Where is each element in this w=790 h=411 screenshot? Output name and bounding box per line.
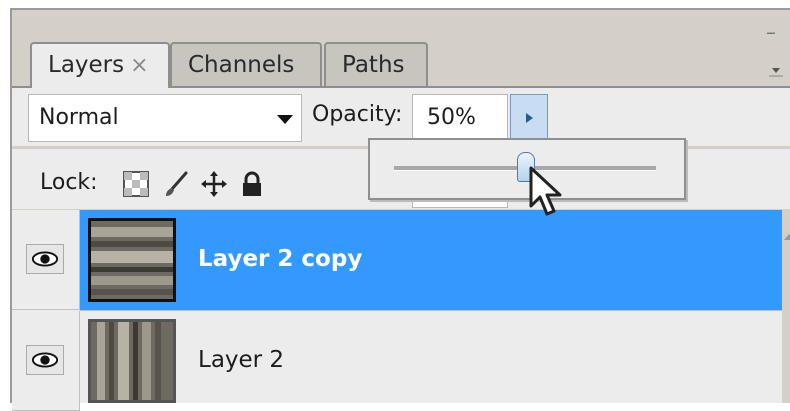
opacity-input[interactable]: 50% [412,94,508,142]
opacity-slider-toggle-button[interactable] [510,94,548,142]
layer-row[interactable]: Layer 2 [12,311,782,411]
chevron-down-icon [277,115,293,124]
layer-thumbnail [88,319,176,403]
eye-icon[interactable] [26,244,64,274]
scroll-up-icon[interactable] [784,234,790,240]
visibility-toggle[interactable] [12,311,80,411]
layers-list: Layer 2 copy Layer 2 [12,210,782,411]
lock-paint-brush-icon[interactable] [162,170,190,198]
eye-icon[interactable] [26,345,64,375]
layer-row[interactable]: Layer 2 copy [12,210,782,310]
visibility-toggle[interactable] [12,210,80,310]
panel-menu-icon[interactable] [766,60,786,80]
triangle-right-icon [526,113,533,123]
panel-tab-bar: Layers × Channels Paths – [12,10,790,88]
minimize-icon[interactable]: – [766,20,776,44]
lock-transparent-icon[interactable] [122,170,150,198]
close-icon[interactable]: × [130,53,148,78]
blend-mode-value: Normal [39,105,119,130]
tab-layers[interactable]: Layers × [30,42,170,88]
blend-mode-select[interactable]: Normal [28,94,302,142]
layer-name: Layer 2 copy [198,246,363,272]
lock-move-icon[interactable] [200,170,228,198]
tab-channels-label: Channels [188,52,295,78]
tab-layers-label: Layers [48,52,125,78]
layers-panel: Layers × Channels Paths – Normal Opacity:… [10,8,790,411]
tab-paths[interactable]: Paths [324,42,428,86]
layer-thumbnail [88,218,176,302]
lock-all-padlock-icon[interactable] [238,170,266,198]
opacity-label: Opacity: [312,102,403,127]
tab-channels[interactable]: Channels [170,42,322,86]
lock-label: Lock: [40,170,98,195]
tab-paths-label: Paths [342,52,405,78]
layer-name: Layer 2 [198,347,285,373]
mouse-pointer-icon [529,166,562,216]
